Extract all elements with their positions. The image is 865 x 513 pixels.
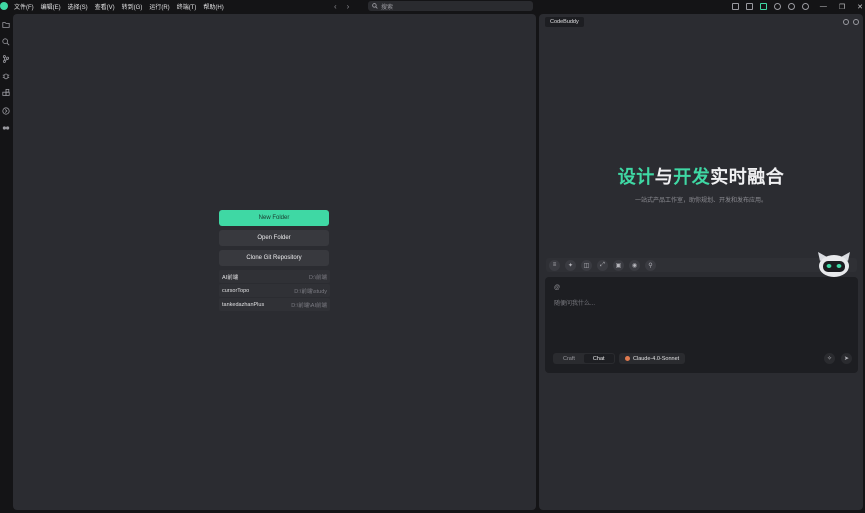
menu-selection[interactable]: 选择(S)	[68, 2, 88, 11]
hero-title-part: 开发	[673, 167, 711, 187]
hero-title: 设计与开发实时融合	[539, 163, 863, 189]
menu-edit[interactable]: 编辑(E)	[41, 2, 61, 11]
hero-title-part: 实时融合	[710, 167, 785, 187]
open-folder-button[interactable]: Open Folder	[219, 230, 329, 246]
settings-gear-icon[interactable]	[774, 3, 781, 10]
puzzle-icon[interactable]: ◫	[581, 259, 592, 271]
history-icon[interactable]	[853, 19, 859, 25]
title-bar: 文件(F) 编辑(E) 选择(S) 查看(V) 转到(G) 运行(R) 终端(T…	[0, 0, 865, 13]
mode-chat-tab[interactable]: Chat	[583, 354, 614, 363]
hero-subtitle: 一站式产品工作室，助你规划、开发和发布应用。	[634, 198, 767, 204]
chat-tool-row: ≡ ✦ ◫ ⤢ ▣ ◉ ⚲	[546, 258, 857, 272]
menu-file[interactable]: 文件(F)	[14, 2, 34, 11]
sparkle-icon[interactable]: ✦	[565, 259, 576, 271]
pin-icon[interactable]: ⚲	[645, 259, 656, 271]
menu-view[interactable]: 查看(V)	[95, 2, 115, 11]
chat-input[interactable]: 随便问我什么...	[554, 298, 595, 307]
command-search-input[interactable]: 搜索	[368, 1, 533, 11]
toggle-secondary-sidebar-icon[interactable]	[760, 3, 767, 10]
menu-help[interactable]: 帮助(H)	[203, 2, 223, 11]
mention-button[interactable]: @	[554, 285, 560, 291]
new-chat-icon[interactable]	[843, 19, 849, 25]
model-name: Claude-4.0-Sonnet	[633, 355, 680, 362]
restore-icon[interactable]: ❐	[839, 3, 845, 11]
codebuddy-mascot-icon	[818, 252, 850, 277]
menu-go[interactable]: 转到(G)	[122, 2, 143, 11]
editor-area: New Folder Open Folder Clone Git Reposit…	[13, 14, 536, 510]
menu-terminal[interactable]: 终端(T)	[177, 2, 197, 11]
recent-project-name: tankedazhanPlus	[222, 301, 265, 308]
app-logo-icon	[0, 2, 8, 10]
recent-project-path: D:\前端	[308, 274, 327, 281]
send-icon[interactable]: ➤	[841, 353, 852, 364]
clone-git-repository-button[interactable]: Clone Git Repository	[219, 250, 329, 266]
recent-project-name: cursorTopo	[222, 287, 250, 294]
input-actions: ✧ ➤	[824, 353, 852, 364]
search-icon	[372, 3, 378, 9]
model-selector[interactable]: Claude-4.0-Sonnet	[619, 353, 686, 364]
tab-codebuddy[interactable]: CodeBuddy	[545, 17, 584, 27]
explorer-icon[interactable]	[2, 21, 10, 29]
window-controls: — ❐ ✕	[820, 0, 863, 13]
close-icon[interactable]: ✕	[857, 3, 863, 11]
enhance-prompt-icon[interactable]: ✧	[824, 353, 835, 364]
mode-switch: Craft Chat	[553, 353, 615, 364]
chat-input-card[interactable]: @ 随便问我什么... Craft Chat Claude-4.0-Sonnet…	[545, 277, 858, 373]
new-folder-button[interactable]: New Folder	[219, 210, 329, 226]
recent-project-item[interactable]: cursorTopo D:\前端\study	[219, 284, 330, 297]
debug-icon[interactable]	[2, 72, 10, 80]
source-control-icon[interactable]	[2, 55, 10, 63]
codebuddy-chat-panel: CodeBuddy 设计与开发实时融合 一站式产品工作室，助你规划、开发和发布应…	[539, 14, 863, 510]
search-view-icon[interactable]	[2, 38, 10, 46]
welcome-panel: New Folder Open Folder Clone Git Reposit…	[219, 210, 330, 312]
link-icon[interactable]: ⤢	[597, 259, 608, 271]
activity-bar	[0, 13, 12, 513]
chat-hero: 设计与开发实时融合 一站式产品工作室，助你规划、开发和发布应用。	[539, 163, 863, 204]
codebuddy-icon[interactable]	[2, 124, 10, 132]
eye-icon[interactable]: ◉	[629, 259, 640, 271]
chat-header-actions	[843, 19, 859, 25]
menu-bar: 文件(F) 编辑(E) 选择(S) 查看(V) 转到(G) 运行(R) 终端(T…	[14, 0, 224, 13]
hero-title-part: 与	[654, 167, 674, 187]
recent-project-item[interactable]: tankedazhanPlus D:\前端\AI前端	[219, 298, 330, 311]
menu-run[interactable]: 运行(R)	[149, 2, 169, 11]
toggle-sidebar-icon[interactable]	[732, 3, 739, 10]
minimize-icon[interactable]: —	[820, 3, 827, 10]
ide-window: 文件(F) 编辑(E) 选择(S) 查看(V) 转到(G) 运行(R) 终端(T…	[0, 0, 865, 513]
layout-controls	[732, 0, 809, 13]
back-arrow-icon[interactable]: ‹	[334, 2, 337, 11]
recent-project-item[interactable]: AI前端 D:\前端	[219, 270, 330, 283]
search-placeholder: 搜索	[381, 4, 394, 11]
toggle-panel-icon[interactable]	[746, 3, 753, 10]
extensions-view-icon[interactable]	[2, 89, 10, 97]
hero-title-part: 设计	[617, 167, 655, 187]
claude-logo-icon	[625, 356, 630, 361]
forward-arrow-icon[interactable]: ›	[347, 2, 350, 11]
recent-project-path: D:\前端\AI前端	[291, 302, 327, 309]
extensions-icon[interactable]	[788, 3, 795, 10]
recent-projects-list: AI前端 D:\前端 cursorTopo D:\前端\study tanked…	[219, 270, 330, 311]
recent-project-path: D:\前端\study	[294, 288, 327, 295]
image-icon[interactable]: ▣	[613, 259, 624, 271]
document-icon[interactable]: ≡	[549, 259, 560, 271]
account-icon[interactable]	[802, 3, 809, 10]
mode-craft-tab[interactable]: Craft	[554, 354, 584, 363]
nav-arrows: ‹ ›	[334, 0, 349, 13]
remote-explorer-icon[interactable]	[2, 107, 10, 115]
recent-project-name: AI前端	[222, 274, 239, 281]
